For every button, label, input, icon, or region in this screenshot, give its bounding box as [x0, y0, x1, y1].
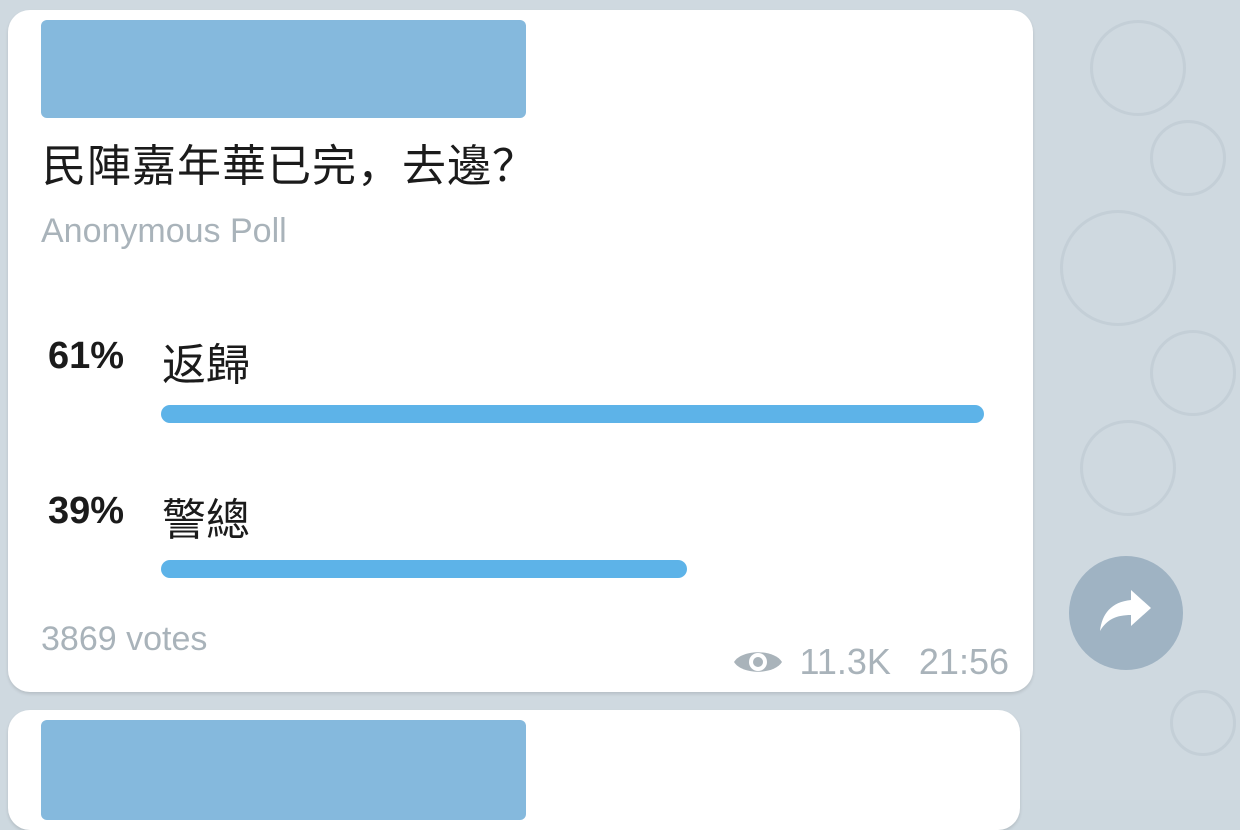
view-count: 11.3K: [799, 641, 891, 682]
poll-option[interactable]: 61% 返歸: [8, 325, 1033, 435]
message-time: 21:56: [918, 641, 1009, 682]
poll-option-percent: 39%: [48, 490, 125, 532]
background-doodle: [1080, 420, 1176, 516]
background-doodle: [1060, 210, 1176, 326]
next-message-bubble[interactable]: [8, 710, 1020, 830]
poll-option-result-bar: [161, 405, 984, 423]
background-doodle: [1150, 330, 1236, 416]
background-doodle: [1090, 20, 1186, 116]
poll-option-result-bar: [161, 560, 687, 578]
share-button[interactable]: [1069, 556, 1183, 670]
redacted-sender-name: [41, 20, 526, 118]
poll-option-label: 警總: [162, 495, 250, 546]
poll-vote-count: 3869 votes: [41, 620, 208, 658]
redacted-sender-name: [41, 720, 526, 820]
background-doodle: [1150, 120, 1226, 196]
share-arrow-icon: [1097, 586, 1155, 640]
background-doodle: [1170, 690, 1236, 756]
eye-icon: [732, 645, 784, 679]
poll-option-percent: 61%: [48, 335, 125, 377]
poll-type-label: Anonymous Poll: [41, 212, 287, 250]
poll-option-label: 返歸: [162, 340, 250, 391]
poll-option[interactable]: 39% 警總: [8, 480, 1033, 590]
poll-message-bubble[interactable]: 民陣嘉年華已完，去邊？ Anonymous Poll 61% 返歸 39% 警總…: [8, 10, 1033, 692]
poll-question: 民陣嘉年華已完，去邊？: [42, 141, 537, 192]
message-meta: 11.3K 21:56: [732, 641, 1009, 682]
